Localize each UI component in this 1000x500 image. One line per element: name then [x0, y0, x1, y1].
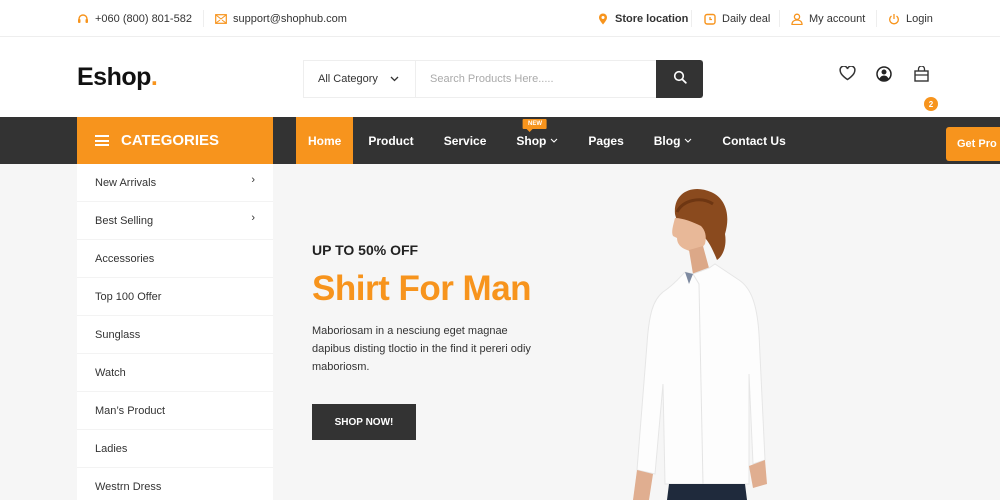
nav-item-label: Blog [653, 133, 681, 148]
nav-item-blog[interactable]: Blog [639, 117, 708, 164]
sidebar-item-accessories[interactable]: Accessories [77, 240, 273, 278]
account-button[interactable] [874, 65, 894, 87]
nav-item-pages[interactable]: Pages [573, 117, 638, 164]
daily-deal-label: Daily deal [722, 12, 771, 25]
hero-banner: UP TO 50% OFF Shirt For Man Maboriosam i… [273, 164, 1000, 500]
hero-model-image [633, 188, 767, 500]
store-location-link[interactable]: Store location [597, 0, 688, 37]
daily-deal-link[interactable]: Daily deal [704, 0, 770, 37]
get-pro-button[interactable]: Get Pro [946, 127, 1000, 161]
my-account-label: My account [809, 12, 866, 25]
sidebar-item-label: Best Selling [95, 214, 154, 227]
chevron-down-icon [684, 136, 692, 145]
search-button[interactable] [656, 60, 703, 98]
nav-item-label: Shop [516, 133, 547, 148]
nav-menu: Home Product Service NEW Shop Pages Blog… [296, 117, 801, 164]
cart-button[interactable] [911, 64, 931, 87]
mail-icon [215, 13, 227, 25]
nav-item-product[interactable]: Product [353, 117, 428, 164]
divider [779, 10, 780, 27]
sidebar-item-watch[interactable]: Watch [77, 354, 273, 392]
login-link[interactable]: Login [888, 0, 933, 37]
shopping-bag-icon [913, 64, 929, 87]
location-pin-icon [597, 13, 609, 25]
user-circle-icon [876, 65, 892, 87]
sidebar-item-label: Top 100 Offer [95, 290, 162, 303]
cart-count-badge: 2 [924, 97, 938, 111]
hero-title: Shirt For Man [312, 269, 532, 308]
power-icon [888, 13, 900, 25]
email-contact[interactable]: support@shophub.com [215, 0, 347, 37]
nav-item-label: Service [443, 133, 487, 148]
login-label: Login [906, 12, 933, 25]
sidebar-item-label: Accessories [95, 252, 155, 265]
categories-label: CATEGORIES [121, 132, 220, 149]
logo-dot: . [150, 63, 158, 91]
shop-now-button[interactable]: SHOP NOW! [312, 404, 416, 440]
sidebar-item-new-arrivals[interactable]: New Arrivals › [77, 164, 273, 202]
heart-icon [838, 65, 856, 86]
menu-icon [95, 135, 109, 146]
divider [203, 10, 204, 27]
nav-item-service[interactable]: Service [429, 117, 502, 164]
divider [876, 10, 877, 27]
store-location-label: Store location [615, 12, 689, 25]
divider [691, 10, 692, 27]
logo[interactable]: Eshop. [77, 63, 158, 92]
category-select-value: All Category [318, 73, 378, 85]
email-address: support@shophub.com [233, 12, 347, 25]
hero-description: Maboriosam in a nesciung eget magnae dap… [312, 325, 531, 373]
nav-item-contact-us[interactable]: Contact Us [707, 117, 800, 164]
nav-item-label: Contact Us [722, 133, 786, 148]
nav-item-label: Product [368, 133, 414, 148]
sidebar-item-westrn-dress[interactable]: Westrn Dress [77, 468, 273, 500]
top-bar: +060 (800) 801-582 support@shophub.com S… [0, 0, 1000, 37]
sidebar-item-top-100-offer[interactable]: Top 100 Offer [77, 278, 273, 316]
category-sidebar: New Arrivals › Best Selling › Accessories … [77, 164, 273, 500]
new-tag: NEW [522, 119, 547, 132]
search-input[interactable] [416, 61, 656, 97]
nav-item-label: Home [308, 133, 342, 148]
my-account-link[interactable]: My account [791, 0, 865, 37]
clock-icon [704, 13, 716, 25]
chevron-down-icon [390, 74, 399, 85]
nav-item-label: Pages [588, 133, 624, 148]
phone-contact[interactable]: +060 (800) 801-582 [77, 0, 192, 37]
main-navigation: CATEGORIES Home Product Service NEW Shop… [0, 117, 1000, 164]
categories-toggle[interactable]: CATEGORIES [77, 117, 273, 164]
nav-item-home[interactable]: Home [296, 117, 354, 164]
chevron-right-icon: › [251, 173, 255, 186]
logo-text: Eshop [77, 63, 151, 91]
phone-number: +060 (800) 801-582 [95, 12, 192, 25]
sidebar-item-label: Watch [95, 366, 126, 379]
chevron-right-icon: › [251, 211, 255, 224]
headset-icon [77, 13, 89, 25]
sidebar-item-mans-product[interactable]: Man’s Product [77, 392, 273, 430]
sidebar-item-label: Westrn Dress [95, 480, 162, 493]
sidebar-item-label: Man’s Product [95, 404, 166, 417]
sidebar-item-sunglass[interactable]: Sunglass [77, 316, 273, 354]
chevron-down-icon [550, 136, 558, 145]
search-bar: All Category [303, 60, 703, 98]
search-icon [673, 70, 687, 89]
header: Eshop. All Category 2 [0, 37, 1000, 117]
hero-subtitle: UP TO 50% OFF [312, 242, 419, 258]
sidebar-item-label: Ladies [95, 442, 128, 455]
sidebar-item-label: New Arrivals [95, 176, 157, 189]
nav-item-shop[interactable]: NEW Shop [501, 117, 573, 164]
sidebar-item-label: Sunglass [95, 328, 141, 341]
user-icon [791, 13, 803, 25]
sidebar-item-ladies[interactable]: Ladies [77, 430, 273, 468]
category-select[interactable]: All Category [304, 61, 416, 97]
sidebar-item-best-selling[interactable]: Best Selling › [77, 202, 273, 240]
wishlist-button[interactable] [837, 65, 857, 86]
